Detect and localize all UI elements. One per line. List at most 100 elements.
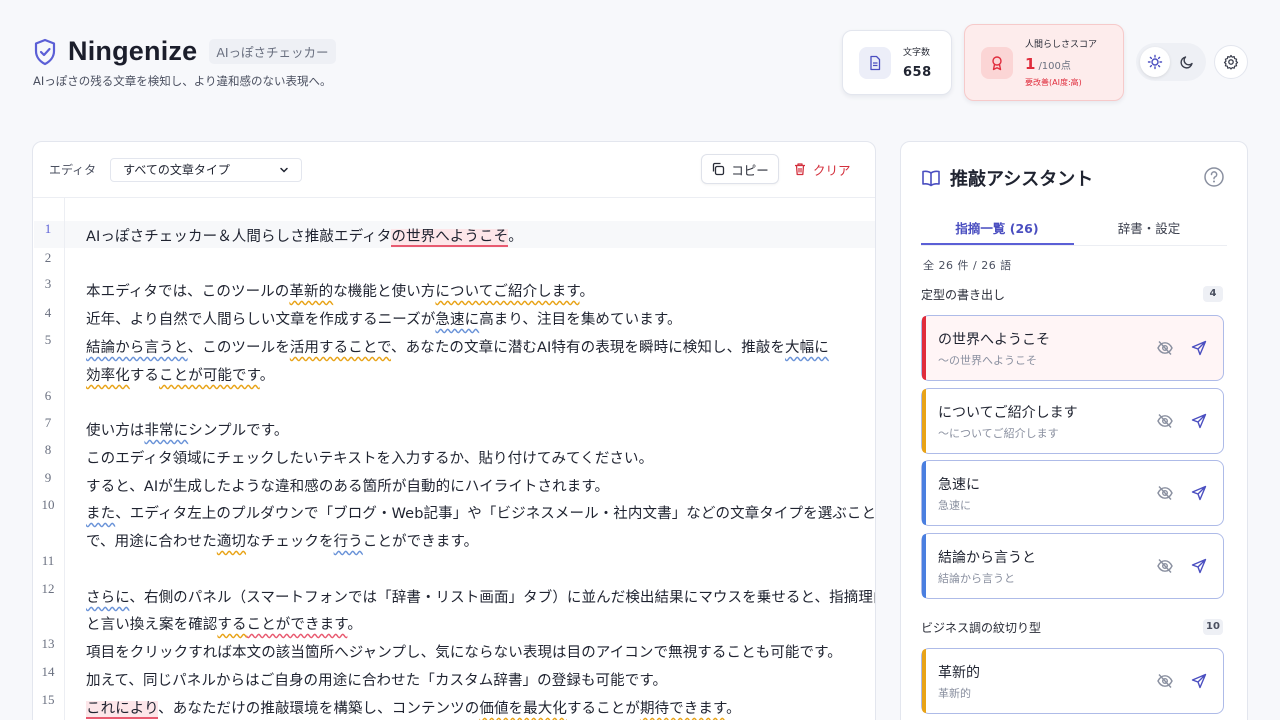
doc-type-value: すべての文章タイプ bbox=[123, 163, 230, 177]
group-title: ビジネス調の紋切り型 bbox=[921, 621, 1042, 635]
line-number: 9 bbox=[44, 470, 52, 485]
doc-type-select[interactable]: すべての文章タイプ bbox=[110, 157, 303, 182]
send-icon[interactable] bbox=[1190, 484, 1208, 502]
line-number: 15 bbox=[41, 692, 55, 707]
issue-title: 急速に bbox=[938, 477, 980, 493]
tab-issue-list[interactable]: 指摘一覧 (26) bbox=[921, 218, 1073, 237]
eye-off-icon[interactable] bbox=[1156, 557, 1174, 575]
group-count: 10 bbox=[1203, 619, 1223, 635]
copy-button-label: コピー bbox=[731, 162, 769, 178]
tagline: AIっぽさの残る文章を検知し、より違和感のない表現へ。 bbox=[33, 74, 332, 88]
assistant-title: 推敲アシスタント bbox=[950, 169, 1094, 190]
issue-pattern: 〜についてご紹介します bbox=[938, 427, 1059, 440]
trash-icon bbox=[795, 163, 805, 176]
group-count: 4 bbox=[1203, 286, 1223, 302]
editor-line[interactable]: また、エディタ左上のプルダウンで「ブログ・Web記事」や「ビジネスメール・社内文… bbox=[86, 502, 875, 523]
issue-card[interactable]: についてご紹介します 〜についてご紹介します bbox=[921, 388, 1224, 454]
theme-toggle bbox=[1136, 43, 1206, 81]
chevron-down-icon bbox=[280, 167, 288, 173]
settings-button[interactable] bbox=[1214, 45, 1248, 79]
human-score-label: 人間らしさスコア bbox=[1025, 40, 1098, 50]
editor-line[interactable]: 近年、より自然で人間らしい文章を作成するニーズが急速に高まり、注目を集めています… bbox=[86, 308, 682, 329]
issue-card[interactable]: 革新的 革新的 bbox=[921, 648, 1224, 714]
char-count-label: 文字数 bbox=[903, 48, 931, 58]
sun-icon bbox=[1147, 54, 1163, 70]
moon-icon bbox=[1180, 56, 1193, 69]
line-number: 11 bbox=[41, 553, 55, 568]
line-number-gutter: 1 2 3 4 5 6 7 8 9 10 11 12 13 14 15 bbox=[33, 198, 65, 720]
issue-card[interactable]: の世界へようこそ 〜の世界へようこそ bbox=[921, 315, 1224, 381]
line-number: 3 bbox=[44, 276, 52, 291]
editor-line[interactable]: 効率化することが可能です。 bbox=[86, 364, 274, 385]
editor-line[interactable]: これにより、あなただけの推敲環境を構築し、コンテンツの価値を最大化することが期待… bbox=[86, 697, 741, 719]
copy-button[interactable]: コピー bbox=[701, 154, 779, 184]
editor-line[interactable]: AIっぽさチェッカー＆人間らしさ推敲エディタの世界へようこそ。 bbox=[86, 225, 523, 247]
send-icon[interactable] bbox=[1190, 557, 1208, 575]
editor-line[interactable]: 項目をクリックすれば本文の該当箇所へジャンプし、気にならない表現は目のアイコンで… bbox=[86, 641, 842, 662]
line-number: 10 bbox=[41, 497, 55, 512]
editor-line[interactable]: さらに、右側のパネル（スマートフォンでは「辞書・リスト画面」タブ）に並んだ検出結… bbox=[86, 586, 875, 607]
eye-off-icon[interactable] bbox=[1156, 672, 1174, 690]
assistant-panel: 推敲アシスタント 指摘一覧 (26) 辞書・設定 全 26 件 / 26 語 定… bbox=[900, 141, 1248, 720]
eye-off-icon[interactable] bbox=[1156, 412, 1174, 430]
shield-check-icon bbox=[34, 38, 56, 65]
document-icon bbox=[870, 55, 881, 70]
send-icon[interactable] bbox=[1190, 412, 1208, 430]
issue-pattern: 急速に bbox=[938, 499, 971, 512]
line-number: 1 bbox=[44, 221, 52, 236]
editor-line[interactable]: 本エディタでは、このツールの革新的な機能と使い方についてご紹介します。 bbox=[86, 280, 594, 301]
issue-pattern: 革新的 bbox=[938, 687, 971, 700]
issue-title: についてご紹介します bbox=[938, 405, 1078, 421]
issue-title: 結論から言うと bbox=[938, 550, 1036, 566]
human-score-value: 1 bbox=[1025, 55, 1036, 73]
clear-button-label: クリア bbox=[813, 162, 851, 178]
award-icon bbox=[992, 55, 1002, 70]
line-number: 5 bbox=[44, 332, 52, 347]
line-number: 2 bbox=[44, 250, 52, 265]
human-score-status: 要改善(AI度:高) bbox=[1025, 78, 1082, 87]
issue-title: 革新的 bbox=[938, 665, 980, 681]
dark-mode-button[interactable] bbox=[1172, 47, 1202, 77]
human-score-unit: /100点 bbox=[1038, 61, 1071, 72]
gear-icon bbox=[1223, 54, 1239, 70]
eye-off-icon[interactable] bbox=[1156, 484, 1174, 502]
editor-line[interactable]: すると、AIが生成したような違和感のある箇所が自動的にハイライトされます。 bbox=[86, 475, 609, 496]
line-number: 12 bbox=[41, 581, 55, 596]
issue-pattern: 結論から言うと bbox=[938, 572, 1015, 585]
editor-line[interactable]: 結論から言うと、このツールを活用することで、あなたの文章に潜むAI特有の表現を瞬… bbox=[86, 336, 829, 357]
line-number: 14 bbox=[41, 664, 55, 679]
active-tab-indicator bbox=[921, 243, 1074, 245]
help-icon[interactable] bbox=[1203, 166, 1225, 188]
copy-icon bbox=[713, 162, 725, 176]
editor-line[interactable]: このエディタ領域にチェックしたいテキストを入力するか、貼り付けてみてください。 bbox=[86, 447, 653, 468]
issue-pattern: 〜の世界へようこそ bbox=[938, 354, 1037, 367]
editor-toolbar: エディタ すべての文章タイプ コピー クリア bbox=[33, 142, 875, 198]
editor-line[interactable]: で、用途に合わせた適切なチェックを行うことができます。 bbox=[86, 530, 478, 551]
send-icon[interactable] bbox=[1190, 672, 1208, 690]
issue-card[interactable]: 結論から言うと 結論から言うと bbox=[921, 533, 1224, 599]
char-count-value: 658 bbox=[903, 65, 932, 80]
eye-off-icon[interactable] bbox=[1156, 339, 1174, 357]
editor-label: エディタ bbox=[49, 163, 97, 177]
line-number: 13 bbox=[41, 636, 55, 651]
char-count-card: 文字数 658 bbox=[842, 30, 952, 95]
light-mode-button[interactable] bbox=[1140, 47, 1170, 77]
line-number: 6 bbox=[44, 388, 52, 403]
human-score-card: 人間らしさスコア 1/100点 要改善(AI度:高) bbox=[964, 24, 1124, 101]
editor-line[interactable]: 使い方は非常にシンプルです。 bbox=[86, 419, 289, 440]
app-badge: AIっぽさチェッカー bbox=[209, 39, 336, 64]
issue-title: の世界へようこそ bbox=[938, 332, 1050, 348]
editor-line[interactable]: と言い換え案を確認することができます。 bbox=[86, 613, 362, 634]
line-number: 4 bbox=[44, 305, 52, 320]
book-icon bbox=[922, 170, 940, 187]
issue-card[interactable]: 急速に 急速に bbox=[921, 460, 1224, 526]
issue-count: 全 26 件 / 26 語 bbox=[923, 259, 1012, 272]
editor-line[interactable]: 加えて、同じパネルからはご自身の用途に合わせた「カスタム辞書」の登録も可能です。 bbox=[86, 669, 667, 690]
group-title: 定型の書き出し bbox=[921, 288, 1006, 302]
line-number: 7 bbox=[44, 415, 52, 430]
tab-dictionary-settings[interactable]: 辞書・設定 bbox=[1073, 218, 1225, 237]
brand: Ningenize AIっぽさチェッカー bbox=[33, 36, 336, 67]
clear-button[interactable]: クリア bbox=[793, 154, 851, 184]
send-icon[interactable] bbox=[1190, 339, 1208, 357]
editor-panel: エディタ すべての文章タイプ コピー クリア 1 2 3 4 5 6 7 8 9… bbox=[32, 141, 876, 720]
